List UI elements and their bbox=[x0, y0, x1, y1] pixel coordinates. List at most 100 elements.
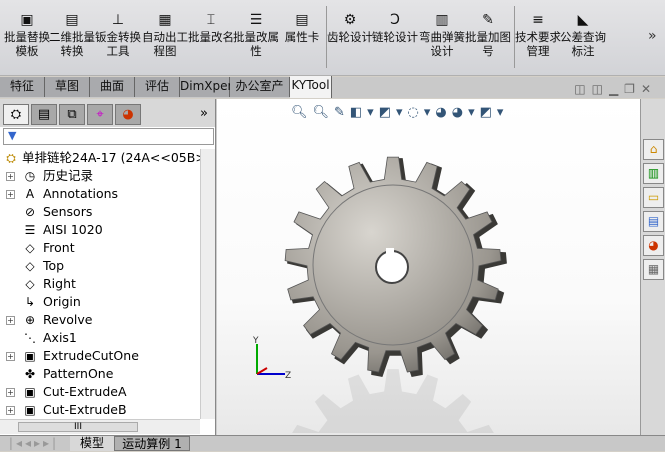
text-lines-icon: ≡ bbox=[532, 12, 544, 28]
revolve-icon: ⊕ bbox=[24, 313, 36, 327]
toolbar-button-4[interactable]: ⌶ 批量改名 bbox=[188, 12, 234, 44]
view-palette-icon[interactable]: ▤ bbox=[643, 211, 664, 232]
feature-tree: ⛭ 单排链轮24A-17 (24A<<05B>_ + ◷ 历史记录 + A Annotati… bbox=[0, 149, 200, 419]
part-icon: ⛭ bbox=[6, 151, 16, 165]
file-explorer-icon[interactable]: ▭ bbox=[643, 187, 664, 208]
tab-1[interactable]: 草图 bbox=[45, 77, 90, 97]
tree-item[interactable]: ✤ PatternOne bbox=[0, 365, 200, 383]
task-pane: ⌂ ▥ ▭ ▤ ◕ ▦ bbox=[640, 99, 665, 435]
list-icon: ☰ bbox=[249, 12, 263, 28]
filter-input[interactable]: ▼ bbox=[3, 128, 214, 145]
dimxpert-tab-icon[interactable]: ⌖ bbox=[87, 104, 113, 125]
graphics-viewport[interactable]: 🔍︎🔍︎✎◧▾◩▾◌▾◕◕▾◩▾ Y Z bbox=[217, 99, 640, 435]
tree-item[interactable]: ◇ Front bbox=[0, 239, 200, 257]
toolbar-button-2[interactable]: ⊥ 钣金转换工具 bbox=[95, 12, 141, 58]
tab-3[interactable]: 评估 bbox=[135, 77, 180, 97]
design-library-icon[interactable]: ▥ bbox=[643, 163, 664, 184]
vertical-scrollbar[interactable] bbox=[200, 149, 215, 419]
plane-icon: ◇ bbox=[25, 277, 35, 291]
toolbar-separator bbox=[326, 6, 327, 68]
tab-5[interactable]: 办公室产品 bbox=[230, 77, 290, 112]
gear-icon: ⚙ bbox=[343, 12, 357, 28]
toolbar-button-5[interactable]: ☰ 批量改属性 bbox=[233, 12, 279, 58]
expand-icon[interactable]: + bbox=[6, 406, 15, 415]
replace-template-icon: ▣ bbox=[20, 12, 34, 28]
triad-z-label: Z bbox=[285, 371, 291, 381]
extrude-cut-icon: ▣ bbox=[24, 403, 36, 417]
annotations-icon: A bbox=[25, 187, 35, 201]
toolbar-button-12[interactable]: ◣ 公差查询标注 bbox=[560, 12, 606, 58]
feature-manager-tab-icon[interactable]: ⛭ bbox=[3, 104, 29, 125]
toolbar-button-7[interactable]: ⚙ 齿轮设计 bbox=[327, 12, 373, 44]
material-icon: ☰ bbox=[24, 223, 36, 237]
tab-scroll-buttons[interactable]: |◂◂▸▸| bbox=[2, 436, 66, 451]
toolbar-button-11[interactable]: ≡ 技术要求管理 bbox=[515, 12, 561, 58]
expand-icon[interactable]: + bbox=[6, 388, 15, 397]
history-icon: ◷ bbox=[24, 169, 36, 183]
tree-item[interactable]: ⊘ Sensors bbox=[0, 203, 200, 221]
property-manager-tab-icon[interactable]: ▤ bbox=[31, 104, 57, 125]
pattern-icon: ✤ bbox=[24, 367, 36, 381]
toolbar-separator bbox=[514, 6, 515, 68]
expand-icon[interactable]: + bbox=[6, 190, 15, 199]
toolbar-more-button[interactable]: » bbox=[648, 28, 657, 44]
configuration-manager-tab-icon[interactable]: ⧉ bbox=[59, 104, 85, 125]
property-card-icon: ▤ bbox=[295, 12, 309, 28]
toolbar-button-3[interactable]: ▦ 自动出工程图 bbox=[142, 12, 188, 58]
tree-item[interactable]: + ◷ 历史记录 bbox=[0, 167, 200, 185]
tab-model[interactable]: 模型 bbox=[70, 436, 114, 451]
heads-up-view-toolbar[interactable]: 🔍︎🔍︎✎◧▾◩▾◌▾◕◕▾◩▾ bbox=[291, 105, 508, 120]
extrude-cut-icon: ▣ bbox=[24, 385, 36, 399]
triangle-ruler-icon: ◣ bbox=[577, 12, 589, 28]
expand-icon[interactable]: + bbox=[6, 172, 15, 181]
toolbar-button-0[interactable]: ▣ 批量替换模板 bbox=[4, 12, 50, 58]
command-manager-toolbar: ▣ 批量替换模板 ▤ 二维批量转换 ⊥ 钣金转换工具 ▦ 自动出工程图 ⌶ 批量改名 ☰ 批量改属性 ▤… bbox=[0, 0, 665, 76]
appearances-icon[interactable]: ◕ bbox=[643, 235, 664, 256]
tree-item[interactable]: ⋱ Axis1 bbox=[0, 329, 200, 347]
window-controls[interactable]: ◫◫▁❐✕ bbox=[574, 82, 657, 96]
panel-more-button[interactable]: » bbox=[200, 106, 208, 121]
axis-triad: Y Z bbox=[252, 336, 291, 381]
toolbar-button-8[interactable]: Ɔ 链轮设计 bbox=[372, 12, 418, 44]
tree-item[interactable]: ↳ Origin bbox=[0, 293, 200, 311]
extrude-cut-icon: ▣ bbox=[24, 349, 36, 363]
sprocket-bore bbox=[375, 250, 409, 284]
horizontal-scrollbar[interactable]: III bbox=[0, 419, 200, 434]
filter-icon: ▼ bbox=[8, 129, 17, 142]
home-icon[interactable]: ⌂ bbox=[643, 139, 664, 160]
tree-item[interactable]: + ▣ Cut-ExtrudeB bbox=[0, 401, 200, 419]
plane-icon: ◇ bbox=[25, 259, 35, 273]
tree-root[interactable]: ⛭ 单排链轮24A-17 (24A<<05B>_ bbox=[0, 149, 200, 167]
toolbar-button-1[interactable]: ▤ 二维批量转换 bbox=[49, 12, 95, 58]
custom-properties-icon[interactable]: ▦ bbox=[643, 259, 664, 280]
toolbar-button-9[interactable]: ▥ 弯曲弹簧设计 bbox=[419, 12, 465, 58]
bottom-tab-bar: |◂◂▸▸| 模型 运动算例 1 bbox=[0, 435, 665, 451]
appearance-tab-icon[interactable]: ◕ bbox=[115, 104, 141, 125]
tree-item[interactable]: + ▣ ExtrudeCutOne bbox=[0, 347, 200, 365]
tree-item[interactable]: ☰ AISI 1020 bbox=[0, 221, 200, 239]
tab-2[interactable]: 曲面 bbox=[90, 77, 135, 97]
plane-icon: ◇ bbox=[25, 241, 35, 255]
expand-icon[interactable]: + bbox=[6, 352, 15, 361]
tab-4[interactable]: DimXpert bbox=[180, 77, 237, 97]
tree-item[interactable]: ◇ Top bbox=[0, 257, 200, 275]
sensors-icon: ⊘ bbox=[24, 205, 36, 219]
tree-item[interactable]: ◇ Right bbox=[0, 275, 200, 293]
spring-icon: ▥ bbox=[435, 12, 449, 28]
tree-item[interactable]: + ▣ Cut-ExtrudeA bbox=[0, 383, 200, 401]
expand-icon[interactable]: + bbox=[6, 316, 15, 325]
tree-item[interactable]: + A Annotations bbox=[0, 185, 200, 203]
toolbar-button-10[interactable]: ✎ 批量加图号 bbox=[465, 12, 511, 58]
feature-manager-panel: ⛭ ▤ ⧉ ⌖ ◕ » ▼ ⛭ 单排链轮24A-17 (24A<<05B>_ + ◷… bbox=[0, 99, 216, 435]
tab-0[interactable]: 特征 bbox=[0, 77, 45, 97]
triad-y-label: Y bbox=[252, 336, 259, 346]
tree-item[interactable]: + ⊕ Revolve bbox=[0, 311, 200, 329]
rename-icon: ⌶ bbox=[206, 12, 216, 28]
command-tabs: 特征草图曲面评估DimXpert办公室产品KYTool bbox=[0, 76, 665, 112]
tab-motion-study[interactable]: 运动算例 1 bbox=[114, 436, 190, 451]
toolbar-button-6[interactable]: ▤ 属性卡 bbox=[279, 12, 325, 44]
axis-icon: ⋱ bbox=[24, 331, 36, 345]
sprocket-icon: Ɔ bbox=[390, 12, 400, 28]
origin-icon: ↳ bbox=[24, 295, 36, 309]
tab-6[interactable]: KYTool bbox=[290, 76, 332, 98]
